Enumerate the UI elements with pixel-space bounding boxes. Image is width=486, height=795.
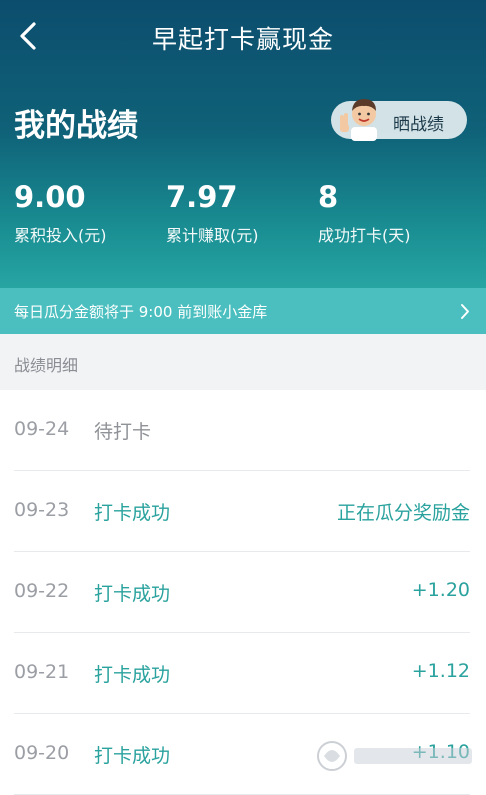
record-status: 待打卡: [94, 421, 152, 443]
stat-total-invested: 9.00 累积投入(元): [14, 180, 107, 246]
top-bar: 早起打卡赢现金: [0, 0, 486, 76]
list-item[interactable]: 09-23 打卡成功 正在瓜分奖励金: [0, 471, 486, 552]
list-item[interactable]: 09-22 打卡成功 +1.20: [0, 552, 486, 633]
share-record-button[interactable]: 晒战绩: [331, 99, 467, 141]
chevron-right-icon: [461, 304, 469, 319]
page-title: 早起打卡赢现金: [151, 25, 334, 54]
record-date: 09-21: [14, 661, 70, 683]
record-amount: +1.12: [411, 660, 470, 682]
record-status: 打卡成功: [94, 745, 171, 767]
record-status: 打卡成功: [94, 664, 171, 686]
payout-notice-text: 每日瓜分金额将于 9:00 前到账小金库: [14, 303, 268, 321]
record-date: 09-23: [14, 499, 70, 521]
record-amount: 正在瓜分奖励金: [336, 502, 470, 524]
stat-label: 累计赚取(元): [166, 226, 259, 245]
record-date: 09-20: [14, 742, 70, 764]
stat-label: 累积投入(元): [14, 226, 107, 245]
my-record-heading: 我的战绩: [14, 108, 138, 144]
stat-label: 成功打卡(天): [318, 226, 411, 245]
stat-total-earned: 7.97 累计赚取(元): [166, 180, 259, 246]
record-status: 打卡成功: [94, 583, 171, 605]
record-detail-header: 战绩明细: [0, 334, 486, 390]
record-date: 09-22: [14, 580, 70, 602]
list-item[interactable]: 09-24 待打卡: [0, 390, 486, 471]
avatar-peace-sign-icon: [340, 99, 377, 141]
payout-notice-bar[interactable]: 每日瓜分金额将于 9:00 前到账小金库: [0, 288, 486, 334]
stat-value: 9.00: [14, 180, 86, 214]
list-item[interactable]: 09-21 打卡成功 +1.12: [0, 633, 486, 714]
hero-panel: 早起打卡赢现金 我的战绩 晒战绩 9.00 累积投入(元) 7.97 累计赚取(…: [0, 0, 486, 288]
record-amount: +1.20: [411, 579, 470, 601]
stat-checkin-days: 8 成功打卡(天): [318, 180, 411, 246]
share-record-label: 晒战绩: [393, 115, 444, 135]
record-date: 09-24: [14, 418, 70, 440]
watermark-logo: [317, 741, 472, 771]
stat-value: 8: [318, 180, 339, 214]
section-title: 战绩明细: [14, 356, 79, 375]
stat-value: 7.97: [166, 180, 238, 214]
record-status: 打卡成功: [94, 502, 171, 524]
